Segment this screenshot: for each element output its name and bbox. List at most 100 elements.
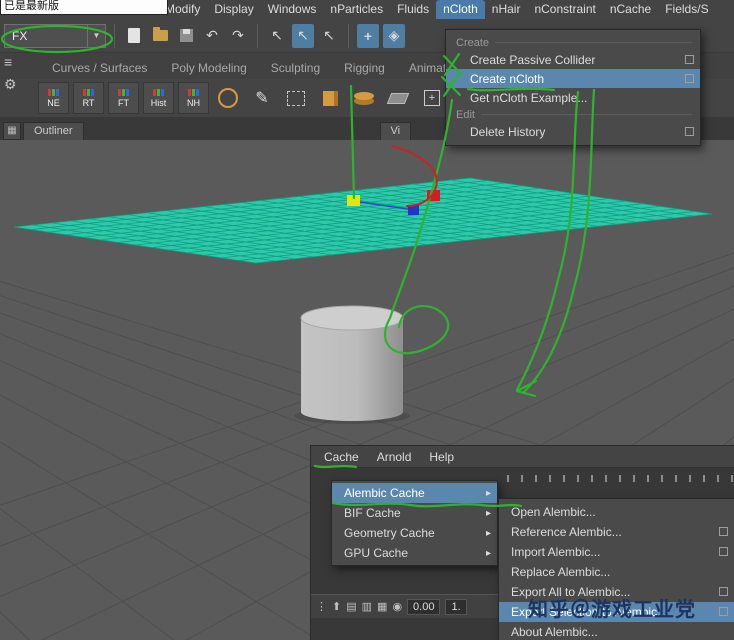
shelf-button-label: NE <box>47 97 60 108</box>
maya-application-window: Modify Display Windows nParticles Fluids… <box>0 0 734 640</box>
manipulator-z-handle[interactable] <box>408 205 419 215</box>
shelf-menu-icon[interactable]: ≡ <box>4 55 12 69</box>
move-arrows-icon: + <box>363 27 373 44</box>
menu-item-create-ncloth[interactable]: Create nCloth <box>446 69 700 88</box>
menu-item-label: Delete History <box>470 124 546 139</box>
cache-window-statusbar: ⋮ ⬆ ▤ ▥ ▦ ◉ 0.00 1. <box>311 594 501 618</box>
menu-item-replace-alembic[interactable]: Replace Alembic... <box>499 562 734 582</box>
menu-item-label: Geometry Cache <box>344 526 435 540</box>
up-arrow-icon[interactable]: ⬆ <box>332 600 341 613</box>
checker-icon[interactable]: ▦ <box>377 600 387 613</box>
menu-item-create-passive-collider[interactable]: Create Passive Collider <box>446 50 700 69</box>
menu-item-alembic-cache[interactable]: Alembic Cache ▸ <box>332 483 497 503</box>
paint-select-button[interactable]: ↖ <box>318 24 340 48</box>
menu-item-get-ncloth-example[interactable]: Get nCloth Example... <box>446 88 700 107</box>
option-box-icon[interactable] <box>719 527 728 536</box>
shelf-tab-poly-modeling[interactable]: Poly Modeling <box>159 57 258 79</box>
shelf-button-nh[interactable]: NH <box>178 82 209 114</box>
menu-item-help[interactable]: Help <box>420 446 463 468</box>
shelf-nurbs-sphere-button[interactable] <box>213 83 243 113</box>
shelf-button-hist[interactable]: Hist <box>143 82 174 114</box>
submenu-arrow-icon: ▸ <box>485 527 491 539</box>
gear-icon[interactable]: ⚙ <box>4 77 17 91</box>
open-scene-button[interactable] <box>149 24 171 48</box>
new-scene-button[interactable] <box>123 24 145 48</box>
menu-item-open-alembic[interactable]: Open Alembic... <box>499 502 734 522</box>
sphere-icon <box>218 88 238 108</box>
ncloth-plane[interactable] <box>13 177 713 264</box>
menu-item-gpu-cache[interactable]: GPU Cache ▸ <box>332 543 497 563</box>
menu-item-nhair[interactable]: nHair <box>485 0 528 19</box>
folder-icon <box>152 27 168 41</box>
shelf-create-button[interactable]: + <box>417 83 447 113</box>
cache-dropdown-menu: Alembic Cache ▸ BIF Cache ▸ Geometry Cac… <box>331 480 498 566</box>
toolbar-divider <box>114 23 115 48</box>
shelf-sculpt-pen-button[interactable]: ✎ <box>247 83 277 113</box>
menu-item-import-alembic[interactable]: Import Alembic... <box>499 542 734 562</box>
cylinder-object[interactable] <box>300 305 404 421</box>
menu-set-selector[interactable]: FX ▼ <box>4 23 106 48</box>
menu-item-about-alembic[interactable]: About Alembic... <box>499 622 734 640</box>
option-box-icon[interactable] <box>685 73 694 83</box>
shelf-button-label: FT <box>118 97 129 108</box>
clipboard-grid-icon[interactable]: ▥ <box>362 600 372 613</box>
save-scene-button[interactable] <box>175 24 197 48</box>
menu-item-nconstraint[interactable]: nConstraint <box>527 0 602 19</box>
option-box-icon[interactable] <box>719 607 728 616</box>
shelf-tab-rigging[interactable]: Rigging <box>332 57 397 79</box>
lattice-icon <box>287 90 305 106</box>
menu-item-reference-alembic[interactable]: Reference Alembic... <box>499 522 734 542</box>
menu-section-create: Create <box>446 35 700 50</box>
option-box-icon[interactable] <box>719 587 728 596</box>
menu-item-nparticles[interactable]: nParticles <box>323 0 390 19</box>
manipulator-center-handle[interactable] <box>347 195 360 206</box>
snap-tool-button[interactable]: ◈ <box>383 23 405 48</box>
menu-item-fields[interactable]: Fields/S <box>658 0 715 19</box>
time-field[interactable]: 0.00 <box>407 598 441 615</box>
menu-item-fluids[interactable]: Fluids <box>390 0 436 19</box>
redo-icon: ↷ <box>232 27 244 43</box>
menu-item-ncache[interactable]: nCache <box>603 0 658 19</box>
globe-icon[interactable]: ◉ <box>392 600 402 613</box>
option-box-icon[interactable] <box>719 547 728 556</box>
menu-section-edit: Edit <box>446 107 700 122</box>
chevron-down-icon[interactable]: ▼ <box>87 24 105 47</box>
menu-item-ncloth[interactable]: nCloth <box>436 0 485 19</box>
toolbar-divider <box>257 23 258 48</box>
manipulator-x-handle[interactable] <box>427 190 440 201</box>
shelf-disc-button[interactable] <box>349 83 379 113</box>
move-tool-button[interactable]: + <box>357 23 379 48</box>
menu-item-label: Open Alembic... <box>511 505 596 519</box>
menu-item-display[interactable]: Display <box>207 0 260 19</box>
shelf-button-ne[interactable]: NE <box>38 82 69 114</box>
shelf-button-ft[interactable]: FT <box>108 82 139 114</box>
menu-item-delete-history[interactable]: Delete History <box>446 122 700 141</box>
menu-item-label: Create nCloth <box>470 71 545 86</box>
menu-item-windows[interactable]: Windows <box>261 0 324 19</box>
lasso-select-button[interactable]: ↖ <box>292 23 314 48</box>
menu-item-geometry-cache[interactable]: Geometry Cache ▸ <box>332 523 497 543</box>
redo-button[interactable]: ↷ <box>227 24 249 48</box>
shelf-lattice-button[interactable] <box>281 83 311 113</box>
clipboard-icon[interactable]: ▤ <box>346 600 356 613</box>
shelf-tab-sculpting[interactable]: Sculpting <box>259 57 332 79</box>
shelf-button-label: Hist <box>150 97 167 108</box>
shelf-button-rt[interactable]: RT <box>73 82 104 114</box>
select-tool-button[interactable]: ↖ <box>266 24 288 48</box>
menu-item-cache[interactable]: Cache <box>315 446 368 468</box>
outliner-tab[interactable]: Outliner <box>23 122 84 140</box>
layers-icon <box>354 91 374 100</box>
shelf-tab-curves-surfaces[interactable]: Curves / Surfaces <box>40 57 159 79</box>
option-box-icon[interactable] <box>685 54 694 64</box>
option-box-icon[interactable] <box>685 126 694 136</box>
menu-item-bif-cache[interactable]: BIF Cache ▸ <box>332 503 497 523</box>
shelf-cube-button[interactable] <box>315 83 345 113</box>
frame-field[interactable]: 1. <box>445 598 467 615</box>
menu-item-arnold[interactable]: Arnold <box>368 446 421 468</box>
viewport-tab[interactable]: Vi <box>379 122 412 140</box>
undo-button[interactable]: ↶ <box>201 24 223 48</box>
select-cursor-icon: ↖ <box>271 27 283 43</box>
panel-layout-icon[interactable]: ▦ <box>3 122 21 140</box>
shelf-plane-button[interactable] <box>383 83 413 113</box>
zhihu-watermark: 知乎＠游戏工业党 <box>528 599 696 621</box>
